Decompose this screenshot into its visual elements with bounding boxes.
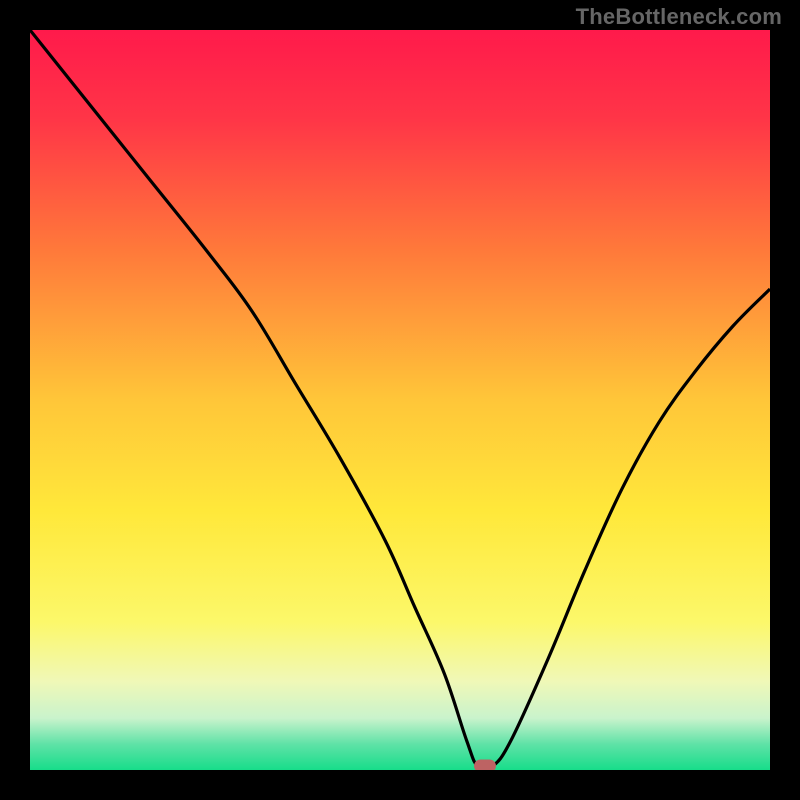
bottleneck-curve: [30, 30, 770, 770]
curve-path: [30, 30, 770, 770]
watermark-text: TheBottleneck.com: [576, 4, 782, 30]
chart-frame: TheBottleneck.com: [0, 0, 800, 800]
plot-area: [30, 30, 770, 770]
optimum-marker: [474, 760, 496, 770]
